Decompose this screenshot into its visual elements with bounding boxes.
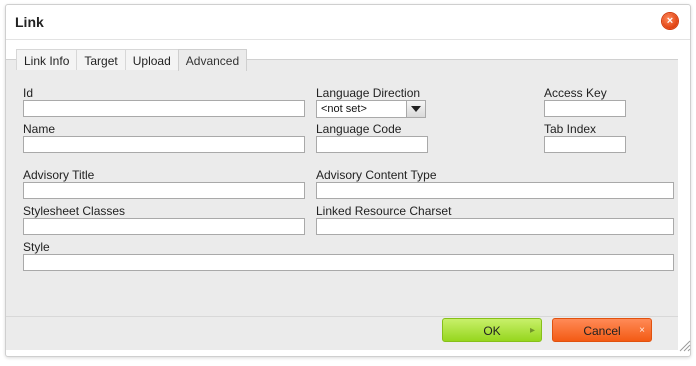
language-direction-label: Language Direction bbox=[316, 86, 421, 100]
close-icon: × bbox=[666, 15, 674, 27]
advisory-content-type-input[interactable] bbox=[316, 182, 674, 199]
close-icon: × bbox=[639, 325, 645, 336]
access-key-input[interactable] bbox=[544, 100, 626, 117]
tab-index-label: Tab Index bbox=[544, 122, 597, 136]
linked-resource-charset-input[interactable] bbox=[316, 218, 674, 235]
language-direction-select[interactable]: <not set> bbox=[316, 100, 426, 118]
cancel-button-label: Cancel bbox=[583, 324, 621, 338]
advisory-title-input[interactable] bbox=[23, 182, 305, 199]
style-input[interactable] bbox=[23, 254, 674, 271]
tab-index-input[interactable] bbox=[544, 136, 626, 153]
language-direction-value: <not set> bbox=[321, 103, 367, 115]
tab-link-info[interactable]: Link Info bbox=[16, 49, 78, 70]
style-label: Style bbox=[23, 240, 50, 254]
close-button[interactable]: × bbox=[662, 13, 678, 29]
ok-button[interactable]: OK ▸ bbox=[442, 318, 542, 342]
stylesheet-classes-input[interactable] bbox=[23, 218, 305, 235]
cancel-button[interactable]: Cancel × bbox=[552, 318, 652, 342]
language-code-input[interactable] bbox=[316, 136, 428, 153]
tab-upload[interactable]: Upload bbox=[124, 49, 179, 70]
name-input[interactable] bbox=[23, 136, 305, 153]
advisory-content-type-label: Advisory Content Type bbox=[316, 168, 437, 182]
ok-button-label: OK bbox=[483, 324, 501, 338]
linked-resource-charset-label: Linked Resource Charset bbox=[316, 204, 452, 218]
id-input[interactable] bbox=[23, 100, 305, 117]
dialog-title: Link bbox=[15, 14, 44, 30]
tab-target[interactable]: Target bbox=[76, 49, 126, 70]
tab-advanced[interactable]: Advanced bbox=[177, 49, 248, 71]
stylesheet-classes-label: Stylesheet Classes bbox=[23, 204, 126, 218]
name-label: Name bbox=[23, 122, 56, 136]
resize-grip-icon[interactable] bbox=[679, 340, 691, 352]
advisory-title-label: Advisory Title bbox=[23, 168, 95, 182]
chevron-down-icon[interactable] bbox=[406, 101, 425, 117]
access-key-label: Access Key bbox=[544, 86, 607, 100]
arrow-right-icon: ▸ bbox=[529, 325, 535, 336]
id-label: Id bbox=[23, 86, 34, 100]
language-code-label: Language Code bbox=[316, 122, 402, 136]
dialog-title-bar[interactable]: Link × bbox=[6, 5, 690, 40]
tab-bar: Link Info Target Upload Advanced bbox=[16, 49, 248, 71]
